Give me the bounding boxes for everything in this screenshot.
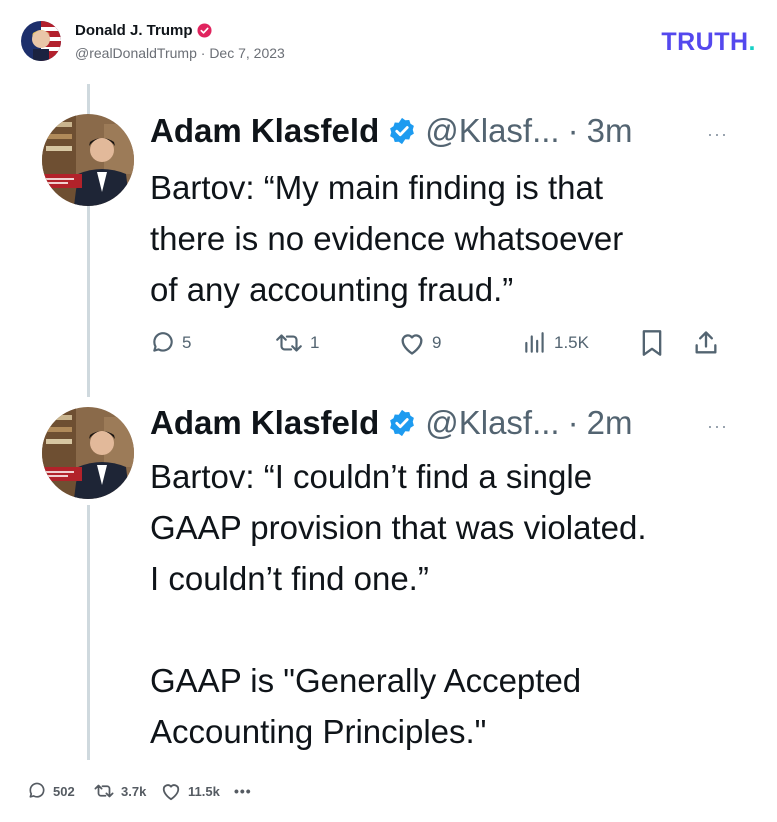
retruth-icon [93, 781, 115, 801]
tweet-reply-stat: 5 [150, 330, 274, 356]
thread-line-bottom [87, 505, 90, 760]
bookmark-icon [640, 329, 692, 357]
verified-check-icon [387, 116, 417, 146]
author-name[interactable]: Donald J. Trump [75, 22, 212, 39]
tweet-repost-stat: 1 [274, 330, 398, 356]
verified-check-icon [387, 408, 417, 438]
share-icon [692, 329, 720, 357]
tweet-author: Adam Klasfeld @Klasf... · 3m [150, 112, 633, 149]
author-avatar[interactable] [21, 21, 61, 61]
more-icon: ••• [234, 783, 252, 799]
like-button[interactable]: 11.5k [160, 781, 220, 801]
tweet-avatar [42, 114, 134, 206]
tweet-sep: · [567, 112, 579, 149]
embedded-screenshot: Adam Klasfeld @Klasf... · 3m ··· Bartov:… [0, 80, 777, 760]
tweet-more-icon: ··· [707, 124, 728, 144]
reply-button[interactable]: 502 [27, 781, 75, 801]
reply-count: 502 [53, 783, 75, 799]
views-icon [522, 330, 548, 356]
tweet-author: Adam Klasfeld @Klasf... · 2m [150, 404, 633, 441]
tweet-time: 3m [586, 112, 633, 149]
tweet-views-stat: 1.5K [522, 330, 640, 356]
post-header: Donald J. Trump @realDonaldTrump · Dec 7… [0, 0, 777, 80]
tweet-like-stat: 9 [398, 330, 522, 356]
like-count: 11.5k [188, 783, 220, 799]
retruth-count: 3.7k [121, 783, 147, 799]
tweet-more-icon: ··· [707, 416, 728, 436]
tweet-handle: @Klasf... [425, 112, 560, 149]
tweet-actions: 5 1 9 1.5K [150, 328, 740, 358]
more-options-button[interactable]: ••• [234, 783, 252, 799]
author-meta: @realDonaldTrump · Dec 7, 2023 [75, 45, 285, 61]
reply-icon [150, 330, 176, 356]
post-date[interactable]: Dec 7, 2023 [209, 45, 285, 61]
truth-social-logo[interactable]: TRUTH. [661, 28, 756, 57]
tweet-handle: @Klasf... [425, 404, 560, 441]
retruth-button[interactable]: 3.7k [93, 781, 146, 801]
author-handle[interactable]: @realDonaldTrump [75, 45, 197, 61]
reply-icon [27, 781, 47, 801]
tweet-text: Bartov: “My main finding is that there i… [150, 169, 624, 308]
heart-icon [160, 781, 182, 801]
meta-separator: · [200, 45, 206, 61]
tweet-avatar [42, 407, 134, 499]
verified-badge-icon [196, 23, 212, 38]
tweet-text: Bartov: “I couldn’t find a single GAAP p… [150, 458, 647, 750]
tweet-time: 2m [586, 404, 633, 441]
heart-icon [398, 330, 426, 356]
post-action-bar: 502 3.7k 11.5k ••• [0, 770, 777, 812]
tweet-sep: · [567, 404, 579, 441]
repost-icon [274, 330, 304, 356]
thread-line-middle [87, 205, 90, 397]
